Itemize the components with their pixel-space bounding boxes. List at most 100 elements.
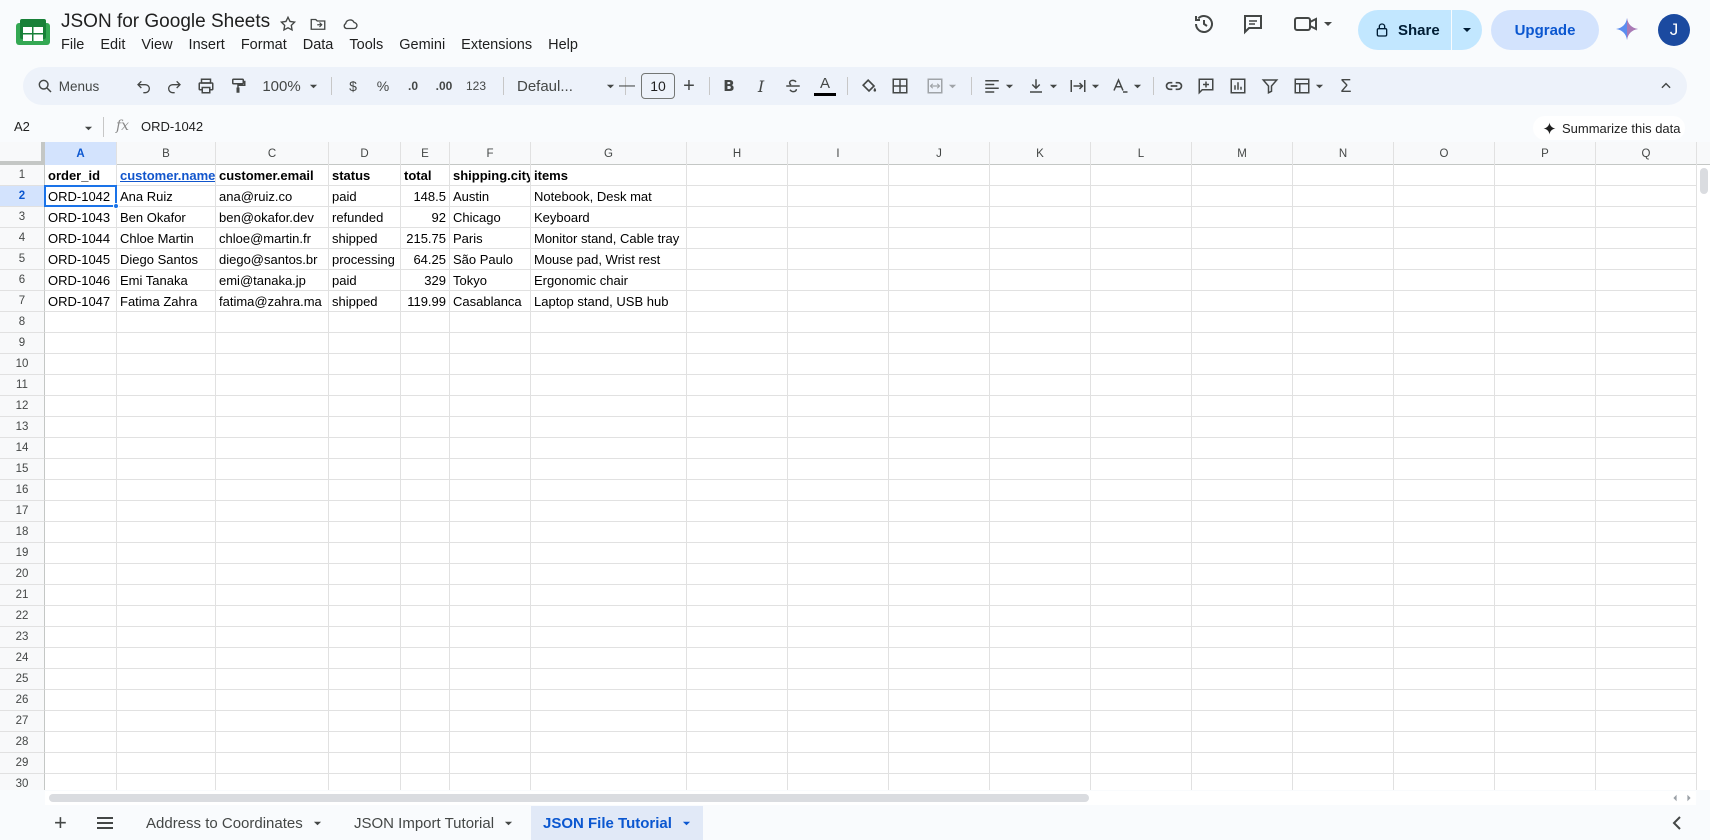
table-cell[interactable]: Tokyo: [450, 270, 531, 291]
table-cell[interactable]: refunded: [329, 207, 401, 228]
cloud-saved-icon[interactable]: [340, 14, 360, 34]
decrease-decimal-button[interactable]: .0: [401, 67, 425, 105]
row-header-17[interactable]: 17: [0, 501, 45, 522]
menus-search-button[interactable]: Menus: [33, 67, 103, 105]
row-header-22[interactable]: 22: [0, 606, 45, 627]
summarize-data-button[interactable]: Summarize this data: [1533, 116, 1685, 140]
horizontal-scroll-thumb[interactable]: [49, 794, 1089, 802]
move-folder-icon[interactable]: [308, 14, 328, 34]
table-cell[interactable]: paid: [329, 270, 401, 291]
column-header-n[interactable]: N: [1293, 142, 1394, 165]
column-header-i[interactable]: I: [788, 142, 889, 165]
table-cell[interactable]: Chicago: [450, 207, 531, 228]
increase-font-size-button[interactable]: +: [679, 67, 699, 105]
vertical-scrollbar[interactable]: [1696, 165, 1710, 790]
fill-color-icon[interactable]: [855, 67, 883, 105]
strikethrough-icon[interactable]: [781, 67, 805, 105]
horizontal-scrollbar[interactable]: [45, 791, 1696, 805]
header-cell[interactable]: status: [329, 165, 401, 186]
row-header-18[interactable]: 18: [0, 522, 45, 543]
sheet-explorer-icon[interactable]: [1666, 806, 1688, 840]
add-sheet-icon[interactable]: +: [48, 806, 73, 840]
row-header-26[interactable]: 26: [0, 690, 45, 711]
column-header-f[interactable]: F: [450, 142, 531, 165]
filter-views-icon[interactable]: [1289, 67, 1327, 105]
horizontal-align-icon[interactable]: [979, 67, 1017, 105]
sheet-tab-address-to-coordinates[interactable]: Address to Coordinates: [134, 806, 334, 840]
table-cell[interactable]: ana@ruiz.co: [216, 186, 329, 207]
table-cell[interactable]: shipped: [329, 291, 401, 312]
percent-format-button[interactable]: %: [373, 67, 393, 105]
menu-insert[interactable]: Insert: [189, 36, 225, 54]
row-header-9[interactable]: 9: [0, 333, 45, 354]
column-header-q[interactable]: Q: [1596, 142, 1697, 165]
column-header-j[interactable]: J: [889, 142, 990, 165]
row-header-11[interactable]: 11: [0, 375, 45, 396]
table-cell[interactable]: diego@santos.br: [216, 249, 329, 270]
text-wrapping-icon[interactable]: [1065, 67, 1103, 105]
table-cell[interactable]: 329: [401, 270, 450, 291]
table-cell[interactable]: emi@tanaka.jp: [216, 270, 329, 291]
header-cell[interactable]: total: [401, 165, 450, 186]
row-header-2[interactable]: 2: [0, 186, 45, 207]
active-cell-selection[interactable]: [44, 185, 117, 207]
column-header-d[interactable]: D: [329, 142, 401, 165]
table-cell[interactable]: Monitor stand, Cable tray: [531, 228, 687, 249]
row-header-28[interactable]: 28: [0, 732, 45, 753]
row-header-7[interactable]: 7: [0, 291, 45, 312]
meet-icon[interactable]: [1293, 12, 1333, 36]
collapse-toolbar-icon[interactable]: [1653, 67, 1679, 105]
column-header-h[interactable]: H: [687, 142, 788, 165]
header-cell[interactable]: order_id: [45, 165, 117, 186]
column-header-b[interactable]: B: [117, 142, 216, 165]
table-cell[interactable]: Ergonomic chair: [531, 270, 687, 291]
table-cell[interactable]: ORD-1047: [45, 291, 117, 312]
column-header-a[interactable]: A: [45, 142, 117, 165]
decrease-font-size-button[interactable]: —: [617, 67, 637, 105]
header-cell[interactable]: items: [531, 165, 687, 186]
zoom-select[interactable]: 100%: [259, 67, 321, 105]
chevron-down-icon[interactable]: [84, 124, 93, 133]
row-header-10[interactable]: 10: [0, 354, 45, 375]
table-cell[interactable]: Paris: [450, 228, 531, 249]
text-rotation-icon[interactable]: [1107, 67, 1145, 105]
share-button[interactable]: Share: [1358, 10, 1451, 50]
table-cell[interactable]: ORD-1046: [45, 270, 117, 291]
table-cell[interactable]: Ana Ruiz: [117, 186, 216, 207]
row-header-15[interactable]: 15: [0, 459, 45, 480]
row-header-3[interactable]: 3: [0, 207, 45, 228]
column-header-c[interactable]: C: [216, 142, 329, 165]
sheets-logo-icon[interactable]: [16, 19, 50, 45]
vertical-scroll-thumb[interactable]: [1700, 168, 1708, 194]
merge-cells-icon[interactable]: [919, 67, 963, 105]
menu-format[interactable]: Format: [241, 36, 287, 54]
menu-file[interactable]: File: [61, 36, 84, 54]
bold-icon[interactable]: B: [717, 67, 741, 105]
column-header-g[interactable]: G: [531, 142, 687, 165]
table-cell[interactable]: fatima@zahra.ma: [216, 291, 329, 312]
avatar[interactable]: J: [1658, 14, 1690, 46]
gemini-icon[interactable]: [1615, 17, 1639, 46]
row-header-21[interactable]: 21: [0, 585, 45, 606]
sheet-tab-json-import-tutorial[interactable]: JSON Import Tutorial: [342, 806, 525, 840]
row-header-25[interactable]: 25: [0, 669, 45, 690]
table-cell[interactable]: ORD-1043: [45, 207, 117, 228]
share-options-button[interactable]: [1452, 25, 1482, 35]
row-header-24[interactable]: 24: [0, 648, 45, 669]
menu-edit[interactable]: Edit: [100, 36, 125, 54]
menu-help[interactable]: Help: [548, 36, 578, 54]
column-header-l[interactable]: L: [1091, 142, 1192, 165]
insert-link-icon[interactable]: [1161, 67, 1187, 105]
sheet-tab-json-file-tutorial[interactable]: JSON File Tutorial: [531, 806, 703, 840]
table-cell[interactable]: Keyboard: [531, 207, 687, 228]
table-cell[interactable]: Austin: [450, 186, 531, 207]
table-cell[interactable]: São Paulo: [450, 249, 531, 270]
table-cell[interactable]: Emi Tanaka: [117, 270, 216, 291]
functions-icon[interactable]: Σ: [1333, 67, 1359, 105]
version-history-icon[interactable]: [1192, 12, 1216, 41]
document-title[interactable]: JSON for Google Sheets: [61, 11, 270, 33]
column-header-k[interactable]: K: [990, 142, 1091, 165]
comments-icon[interactable]: [1241, 12, 1265, 41]
column-header-o[interactable]: O: [1394, 142, 1495, 165]
menu-data[interactable]: Data: [303, 36, 334, 54]
